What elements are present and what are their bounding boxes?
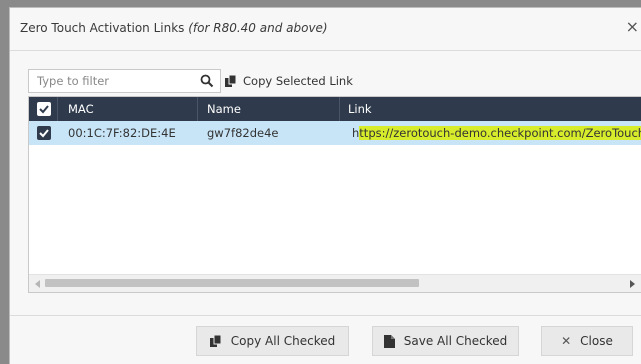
close-label: Close xyxy=(580,334,613,348)
column-divider[interactable] xyxy=(197,97,198,121)
horizontal-scrollbar[interactable] xyxy=(29,274,641,292)
table-header: MAC Name Link xyxy=(29,97,641,121)
close-button[interactable]: ✕ Close xyxy=(541,326,633,356)
copy-icon xyxy=(209,334,222,347)
dialog-subtitle: (for R80.40 and above) xyxy=(188,21,328,35)
scroll-left-arrow-icon[interactable] xyxy=(35,280,40,288)
copy-selected-link-label: Copy Selected Link xyxy=(243,74,353,88)
close-icon: ✕ xyxy=(561,334,572,348)
save-all-checked-button[interactable]: Save All Checked xyxy=(372,326,519,356)
row-checkbox[interactable] xyxy=(37,126,51,140)
column-header-mac[interactable]: MAC xyxy=(68,97,94,121)
scroll-right-arrow-icon[interactable] xyxy=(630,280,635,288)
footer-divider xyxy=(10,315,641,316)
save-all-checked-label: Save All Checked xyxy=(403,334,508,348)
file-icon xyxy=(383,334,395,348)
row-name: gw7f82de4e xyxy=(207,126,279,140)
copy-all-checked-button[interactable]: Copy All Checked xyxy=(196,326,349,356)
dialog-titlebar: Zero Touch Activation Links (for R80.40 … xyxy=(10,8,641,51)
row-mac: 00:1C:7F:82:DE:4E xyxy=(68,126,176,140)
filter-input[interactable] xyxy=(37,74,187,88)
copy-selected-link-button[interactable]: Copy Selected Link xyxy=(225,72,353,90)
row-link[interactable]: https://zerotouch-demo.checkpoint.com/Ze… xyxy=(352,121,641,145)
dialog-close-icon[interactable]: × xyxy=(626,17,639,36)
copy-icon xyxy=(225,74,237,87)
table-row[interactable]: 00:1C:7F:82:DE:4E gw7f82de4e https://zer… xyxy=(29,121,641,145)
links-table: MAC Name Link 00:1C:7F:82:DE:4E gw7f82de… xyxy=(28,96,641,293)
copy-all-checked-label: Copy All Checked xyxy=(230,334,336,348)
checkmark-icon xyxy=(39,105,49,114)
scrollbar-thumb[interactable] xyxy=(45,279,419,287)
zero-touch-dialog: Zero Touch Activation Links (for R80.40 … xyxy=(9,7,641,364)
filter-box[interactable] xyxy=(28,69,221,93)
dialog-title: Zero Touch Activation Links (for R80.40 … xyxy=(20,21,328,35)
checkmark-icon xyxy=(39,129,49,138)
row-link-highlighted: ttps://zerotouch-demo.checkpoint.com/Zer… xyxy=(359,126,641,140)
column-header-link[interactable]: Link xyxy=(348,97,372,121)
select-all-checkbox[interactable] xyxy=(37,102,51,116)
column-divider[interactable] xyxy=(57,97,58,121)
dialog-title-text: Zero Touch Activation Links xyxy=(20,21,185,35)
column-divider[interactable] xyxy=(339,97,340,121)
column-header-name[interactable]: Name xyxy=(207,97,241,121)
search-icon[interactable] xyxy=(200,74,214,88)
